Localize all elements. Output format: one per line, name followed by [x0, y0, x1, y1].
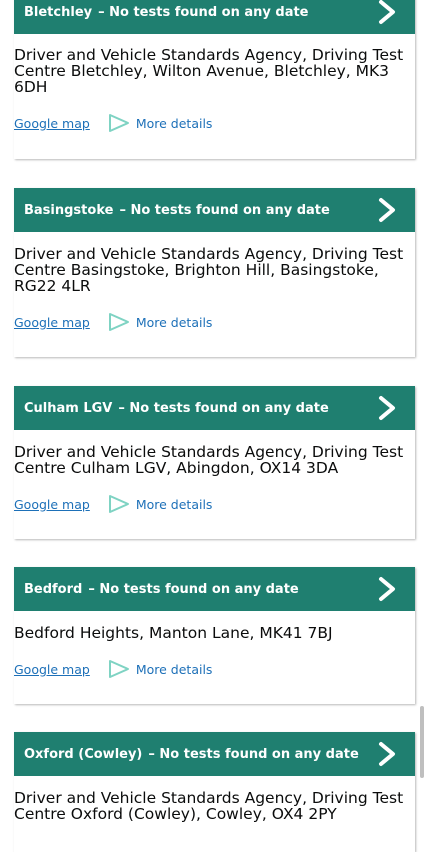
- chevron-right-icon[interactable]: [377, 0, 399, 25]
- google-map-link[interactable]: Google map: [14, 116, 90, 131]
- centre-status: – No tests found on any date: [88, 581, 299, 597]
- centre-card: Bletchley – No tests found on any date D…: [14, 0, 415, 159]
- centre-header[interactable]: Culham LGV – No tests found on any date: [14, 386, 415, 430]
- google-map-link[interactable]: Google map: [14, 315, 90, 330]
- centre-name: Bletchley: [24, 4, 93, 20]
- centre-card: Culham LGV – No tests found on any date …: [14, 386, 415, 539]
- centre-address: Driver and Vehicle Standards Agency, Dri…: [14, 245, 404, 295]
- chevron-right-icon[interactable]: [377, 395, 399, 421]
- centre-status: – No tests found on any date: [98, 4, 309, 20]
- play-triangle-icon[interactable]: [108, 494, 130, 514]
- play-triangle-icon[interactable]: [108, 113, 130, 133]
- play-triangle-icon[interactable]: [108, 312, 130, 332]
- centre-card: Basingstoke – No tests found on any date…: [14, 188, 415, 357]
- centre-address: Driver and Vehicle Standards Agency, Dri…: [14, 443, 404, 477]
- google-map-link[interactable]: Google map: [14, 662, 90, 677]
- centre-name: Bedford: [24, 581, 83, 597]
- centre-header[interactable]: Bedford – No tests found on any date: [14, 567, 415, 611]
- more-details-link[interactable]: More details: [136, 497, 213, 512]
- centre-card: Oxford (Cowley) – No tests found on any …: [14, 732, 415, 852]
- centre-address: Driver and Vehicle Standards Agency, Dri…: [14, 789, 404, 823]
- centre-header[interactable]: Basingstoke – No tests found on any date: [14, 188, 415, 232]
- chevron-right-icon[interactable]: [377, 576, 399, 602]
- chevron-right-icon[interactable]: [377, 741, 399, 767]
- centre-name: Basingstoke: [24, 202, 114, 218]
- more-details-link[interactable]: More details: [136, 662, 213, 677]
- centre-address: Driver and Vehicle Standards Agency, Dri…: [14, 46, 404, 96]
- centre-header[interactable]: Oxford (Cowley) – No tests found on any …: [14, 732, 415, 776]
- centre-header[interactable]: Bletchley – No tests found on any date: [14, 0, 415, 34]
- centre-status: – No tests found on any date: [118, 400, 329, 416]
- centre-address: Bedford Heights, Manton Lane, MK41 7BJ: [14, 624, 333, 642]
- google-map-link[interactable]: Google map: [14, 497, 90, 512]
- centre-card: Bedford – No tests found on any date Bed…: [14, 567, 415, 704]
- centre-name: Oxford (Cowley): [24, 746, 143, 762]
- chevron-right-icon[interactable]: [377, 197, 399, 223]
- play-triangle-icon[interactable]: [108, 659, 130, 679]
- scrollbar[interactable]: [420, 706, 424, 778]
- more-details-link[interactable]: More details: [136, 116, 213, 131]
- centre-name: Culham LGV: [24, 400, 113, 416]
- centre-status: – No tests found on any date: [148, 746, 359, 762]
- more-details-link[interactable]: More details: [136, 315, 213, 330]
- centre-status: – No tests found on any date: [119, 202, 330, 218]
